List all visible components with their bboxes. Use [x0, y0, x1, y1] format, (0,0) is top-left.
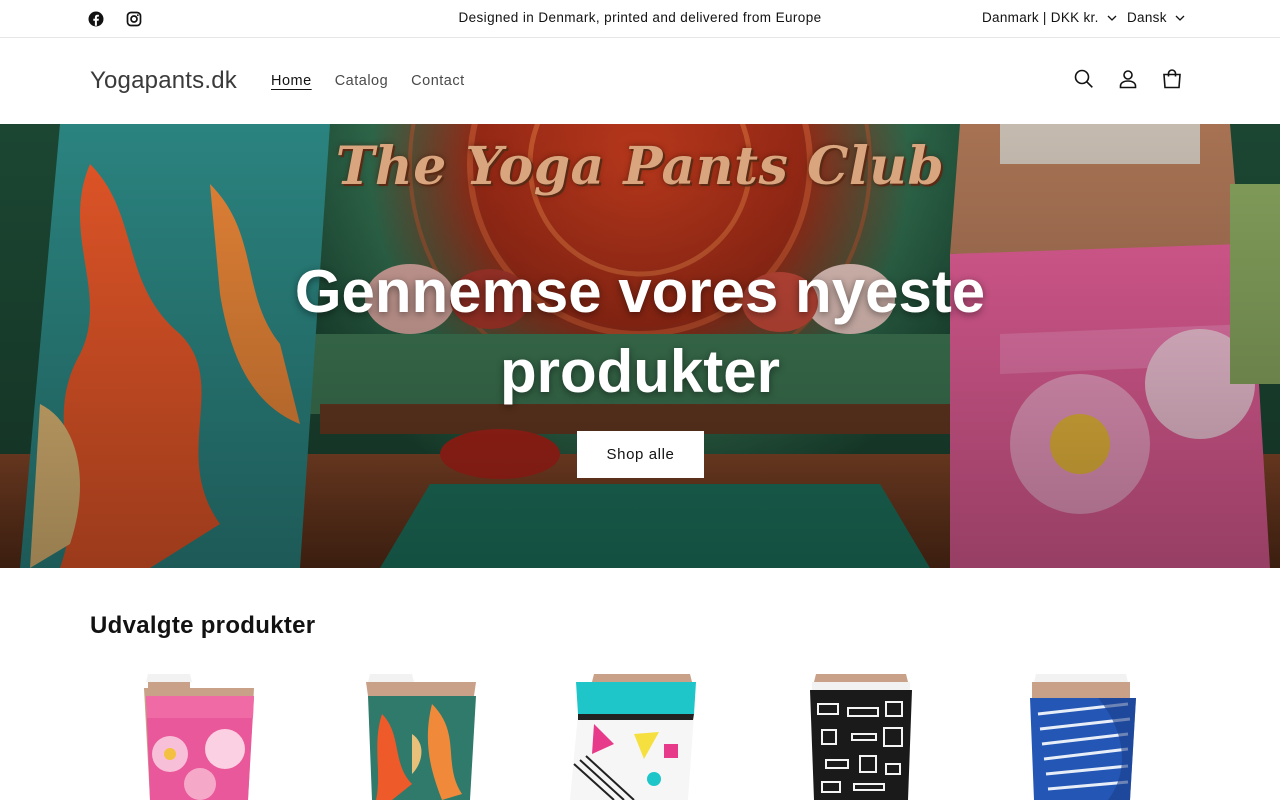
cart-icon[interactable]: [1160, 67, 1184, 91]
product-grid: [90, 674, 1190, 800]
announcement-bar: Designed in Denmark, printed and deliver…: [0, 0, 1280, 38]
product-image: [978, 674, 1182, 800]
shop-all-button[interactable]: Shop alle: [577, 431, 704, 478]
featured-products-title: Udvalgte produkter: [90, 612, 316, 639]
language-selector-label: Dansk: [1127, 10, 1167, 25]
product-image: [756, 674, 960, 800]
nav-catalog[interactable]: Catalog: [335, 73, 388, 89]
chevron-down-icon: [1175, 15, 1185, 21]
product-card[interactable]: [756, 674, 960, 800]
hero-banner: The Yoga Pants Club Gennemse vores nyest…: [0, 124, 1280, 568]
product-card[interactable]: [312, 674, 516, 800]
product-card[interactable]: [978, 674, 1182, 800]
country-selector[interactable]: Danmark | DKK kr.: [982, 10, 1117, 25]
header-icons: [1072, 67, 1184, 91]
nav-contact[interactable]: Contact: [411, 73, 464, 89]
hero-banner-title: The Yoga Pants Club: [335, 136, 945, 197]
site-header: Yogapants.dk Home Catalog Contact: [0, 39, 1280, 124]
product-image: [90, 674, 294, 800]
site-logo[interactable]: Yogapants.dk: [90, 67, 237, 95]
chevron-down-icon: [1107, 15, 1117, 21]
hero-heading: Gennemse vores nyeste produkter: [294, 258, 986, 405]
main-nav: Home Catalog Contact: [271, 73, 488, 89]
search-icon[interactable]: [1072, 67, 1096, 91]
product-card[interactable]: [534, 674, 738, 800]
account-icon[interactable]: [1116, 67, 1140, 91]
language-selector[interactable]: Dansk: [1127, 10, 1185, 25]
country-selector-label: Danmark | DKK kr.: [982, 10, 1099, 25]
product-image: [534, 674, 738, 800]
product-image: [312, 674, 516, 800]
product-card[interactable]: [90, 674, 294, 800]
nav-home[interactable]: Home: [271, 73, 312, 89]
